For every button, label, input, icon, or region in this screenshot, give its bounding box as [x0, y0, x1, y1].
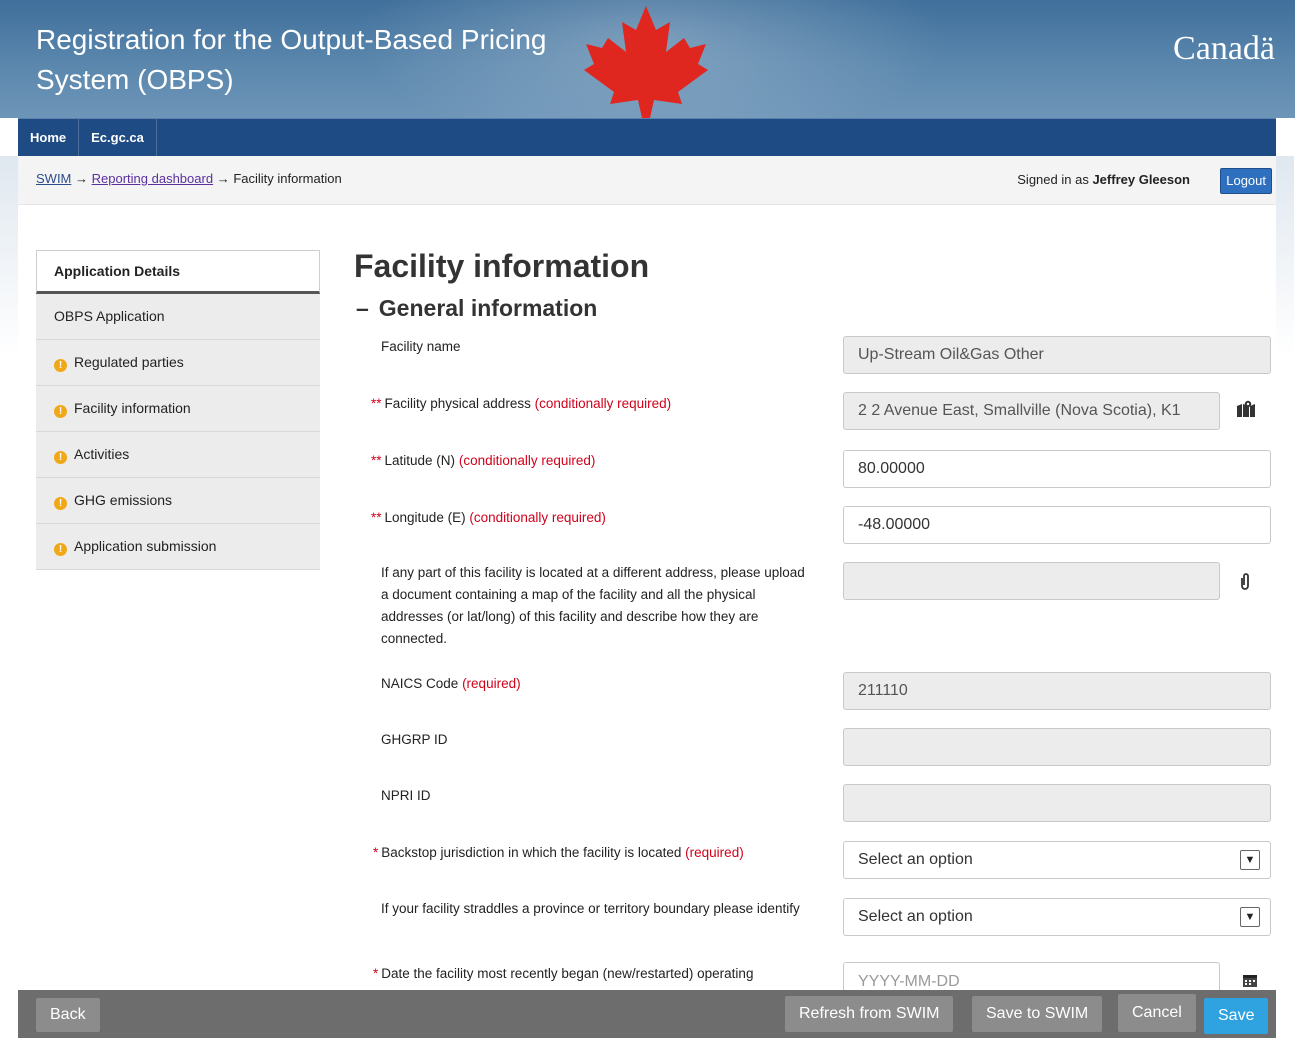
- sidebar-item-label: Activities: [74, 446, 130, 462]
- conditionally-required-note: (conditionally required): [458, 453, 596, 468]
- sidebar-item-label: Application submission: [74, 538, 217, 554]
- back-button[interactable]: Back: [36, 998, 100, 1032]
- breadcrumb-separator: →: [216, 171, 230, 186]
- chevron-down-icon: ▼: [1240, 907, 1260, 927]
- save-button[interactable]: Save: [1204, 998, 1269, 1034]
- section-heading: – General information: [356, 295, 597, 322]
- paperclip-icon-glyph: [1241, 573, 1249, 590]
- sidebar-item-label: OBPS Application: [54, 308, 165, 324]
- longitude-field[interactable]: -48.00000: [843, 506, 1271, 544]
- breadcrumb-bar: SWIM → Reporting dashboard → Facility in…: [18, 156, 1276, 205]
- required-marker: **: [371, 453, 382, 468]
- paperclip-icon[interactable]: [1238, 572, 1252, 597]
- straddle-boundary-select[interactable]: Select an option ▼: [843, 898, 1271, 936]
- sidebar-item-obps-application[interactable]: OBPS Application: [36, 294, 320, 340]
- sidebar-item-label: Application Details: [54, 263, 181, 279]
- facility-address-label: ** Facility physical address (conditional…: [371, 393, 801, 415]
- sidebar-item-application-details[interactable]: Application Details: [36, 250, 320, 294]
- refresh-from-swim-button[interactable]: Refresh from SWIM: [785, 996, 954, 1032]
- longitude-label-text: Longitude (E): [384, 510, 466, 525]
- warning-icon: !: [54, 405, 67, 418]
- date-label-text: Date the facility most recently began (n…: [381, 966, 754, 981]
- map-icon[interactable]: [1236, 400, 1256, 423]
- sidebar-item-label: Regulated parties: [74, 354, 184, 370]
- sidebar-item-activities[interactable]: ! Activities: [36, 432, 320, 478]
- backstop-jurisdiction-select[interactable]: Select an option ▼: [843, 841, 1271, 879]
- map-icon-glyph: [1237, 400, 1255, 417]
- user-name: Jeffrey Gleeson: [1092, 172, 1190, 187]
- latitude-field[interactable]: 80.00000: [843, 450, 1271, 488]
- warning-icon: !: [54, 497, 67, 510]
- backstop-label: * Backstop jurisdiction in which the faci…: [373, 842, 803, 864]
- address-label-text: Facility physical address: [384, 396, 531, 411]
- ghgrp-field[interactable]: [843, 728, 1271, 766]
- facility-name-field[interactable]: Up-Stream Oil&Gas Other: [843, 336, 1271, 374]
- required-marker: *: [373, 966, 379, 981]
- naics-field[interactable]: 211110: [843, 672, 1271, 710]
- required-marker: *: [373, 845, 379, 860]
- select-value: Select an option: [858, 851, 973, 868]
- signed-in-text: Signed in as Jeffrey Gleeson: [1017, 172, 1190, 187]
- breadcrumb-separator: →: [75, 171, 89, 186]
- required-note: (required): [462, 676, 521, 691]
- app-title: Registration for the Output-Based Pricin…: [36, 24, 547, 95]
- date-placeholder: YYYY-MM-DD: [858, 973, 960, 990]
- latitude-label-text: Latitude (N): [384, 453, 456, 468]
- date-label: * Date the facility most recently began (…: [373, 963, 803, 985]
- page-title: Facility information: [354, 248, 650, 284]
- sidebar-item-label: Facility information: [74, 400, 191, 416]
- required-note: (required): [685, 845, 744, 860]
- facility-name-label: Facility name: [381, 339, 461, 354]
- sidebar-item-facility-information[interactable]: ! Facility information: [36, 386, 320, 432]
- signed-in-prefix: Signed in as: [1017, 172, 1089, 187]
- conditionally-required-note: (conditionally required): [534, 396, 672, 411]
- nav-home[interactable]: Home: [18, 119, 80, 157]
- sidebar: Application Details OBPS Application ! Re…: [36, 250, 320, 570]
- upload-file-field[interactable]: [843, 562, 1220, 600]
- latitude-label: ** Latitude (N) (conditionally required): [371, 450, 801, 472]
- select-value: Select an option: [858, 908, 973, 925]
- save-to-swim-button[interactable]: Save to SWIM: [972, 996, 1103, 1032]
- npri-label: NPRI ID: [381, 788, 431, 803]
- breadcrumb-swim[interactable]: SWIM: [36, 171, 71, 186]
- longitude-label: ** Longitude (E) (conditionally required): [371, 507, 801, 529]
- chevron-down-icon: ▼: [1240, 850, 1260, 870]
- straddle-label: If your facility straddles a province or…: [381, 901, 800, 916]
- conditionally-required-note: (conditionally required): [469, 510, 606, 525]
- nav-ec-gc-ca[interactable]: Ec.gc.ca: [79, 119, 157, 157]
- header-banner: Registration for the Output-Based Pricin…: [0, 0, 1295, 118]
- date-field[interactable]: YYYY-MM-DD: [843, 962, 1220, 991]
- page-bg-right: [1276, 156, 1294, 356]
- sidebar-item-ghg-emissions[interactable]: ! GHG emissions: [36, 478, 320, 524]
- breadcrumb-current: Facility information: [233, 171, 342, 186]
- required-marker: **: [371, 510, 382, 525]
- sidebar-item-application-submission[interactable]: ! Application submission: [36, 524, 320, 570]
- breadcrumb-reporting-dashboard[interactable]: Reporting dashboard: [92, 171, 213, 186]
- npri-field[interactable]: [843, 784, 1271, 822]
- sidebar-item-regulated-parties[interactable]: ! Regulated parties: [36, 340, 320, 386]
- warning-icon: !: [54, 543, 67, 556]
- cancel-button[interactable]: Cancel: [1118, 994, 1196, 1032]
- ghgrp-label: GHGRP ID: [381, 732, 448, 747]
- backstop-label-text: Backstop jurisdiction in which the facil…: [381, 845, 682, 860]
- calendar-icon-glyph: [1243, 975, 1257, 987]
- sidebar-item-label: GHG emissions: [74, 492, 173, 508]
- upload-instructions: If any part of this facility is located …: [381, 565, 805, 646]
- naics-label-text: NAICS Code: [381, 676, 459, 691]
- logout-button[interactable]: Logout: [1220, 168, 1272, 194]
- footer-toolbar: Back Refresh from SWIM Save to SWIM Canc…: [18, 990, 1276, 1038]
- naics-label: NAICS Code (required): [381, 673, 811, 695]
- page-bg-left: [0, 156, 18, 356]
- warning-icon: !: [54, 359, 67, 372]
- top-nav: Home Ec.gc.ca: [18, 118, 1276, 157]
- maple-leaf-icon: [584, 6, 708, 118]
- collapse-toggle[interactable]: –: [356, 295, 369, 321]
- section-title: General information: [378, 295, 598, 321]
- breadcrumb: SWIM → Reporting dashboard → Facility in…: [36, 171, 342, 186]
- canada-wordmark: Canadä: [1173, 30, 1275, 67]
- warning-icon: !: [54, 451, 67, 464]
- facility-address-field[interactable]: 2 2 Avenue East, Smallville (Nova Scotia…: [843, 392, 1220, 430]
- required-marker: **: [371, 396, 382, 411]
